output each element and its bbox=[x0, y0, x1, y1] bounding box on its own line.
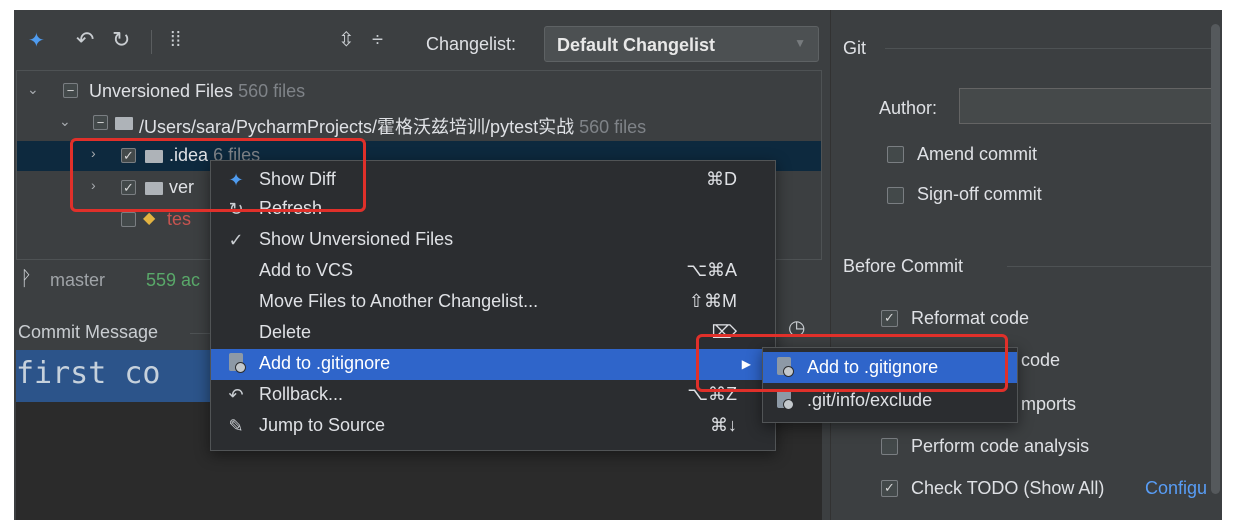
git-section-title: Git bbox=[843, 38, 867, 58]
exclude-file-icon bbox=[777, 390, 794, 413]
section-divider bbox=[1007, 266, 1215, 267]
commit-message-text: first co bbox=[16, 356, 161, 391]
gitignore-icon bbox=[225, 353, 247, 375]
menu-item-jump-to-source[interactable]: ✎ Jump to Source ⌘↓ bbox=[211, 411, 775, 442]
menu-item-add-to-gitignore[interactable]: Add to .gitignore ▶ bbox=[211, 349, 775, 380]
tree-label-unversioned: Unversioned Files bbox=[89, 81, 234, 101]
changelist-dropdown[interactable]: Default Changelist ▼ bbox=[544, 26, 819, 62]
file-count: 560 files bbox=[579, 117, 647, 137]
rollback-icon[interactable]: ↶ bbox=[76, 28, 98, 52]
refresh-icon[interactable]: ↻ bbox=[112, 28, 134, 52]
tree-row-path[interactable]: ⌄ − /Users/sara/PycharmProjects/霍格沃兹培训/p… bbox=[17, 109, 817, 139]
changelist-value: Default Changelist bbox=[557, 35, 716, 55]
partial-checkbox[interactable]: − bbox=[63, 83, 78, 98]
menu-item-move-files[interactable]: Move Files to Another Changelist... ⇧⌘M bbox=[211, 287, 775, 318]
rollback-icon: ↶ bbox=[228, 385, 244, 405]
todo-checkbox[interactable]: ✓ bbox=[881, 480, 898, 497]
analysis-checkbox[interactable] bbox=[881, 438, 898, 455]
commit-message-header: Commit Message bbox=[18, 322, 159, 342]
chevron-down-icon[interactable]: ⌄ bbox=[27, 81, 39, 98]
tree-label-path: /Users/sara/PycharmProjects/霍格沃兹培训/pytes… bbox=[139, 117, 575, 137]
chevron-down-icon[interactable]: ⌄ bbox=[59, 113, 71, 130]
expand-all-icon[interactable]: ⇳ bbox=[338, 28, 360, 52]
signoff-checkbox[interactable] bbox=[887, 187, 904, 204]
jump-to-source-icon: ✎ bbox=[228, 416, 244, 436]
configure-link[interactable]: Configu bbox=[1145, 478, 1207, 499]
python-file-icon: ◆ bbox=[143, 210, 156, 227]
tree-label-testfile: tes bbox=[167, 209, 192, 229]
amend-commit-label: Amend commit bbox=[917, 144, 1038, 164]
commit-toolbar: ✦ ↶ ↻ ⁞⁞ ⇳ ÷ Changelist: Default Changel… bbox=[14, 10, 822, 72]
menu-item-rollback[interactable]: ↶ Rollback... ⌥⌘Z bbox=[211, 380, 775, 411]
signoff-commit-label: Sign-off commit bbox=[917, 184, 1042, 204]
code-analysis-label: Perform code analysis bbox=[911, 436, 1090, 456]
chevron-down-icon: ▼ bbox=[794, 36, 806, 50]
amend-checkbox[interactable] bbox=[887, 146, 904, 163]
group-by-icon[interactable]: ⁞⁞ bbox=[170, 28, 192, 52]
menu-item-delete[interactable]: Delete ⌦ bbox=[211, 318, 775, 349]
file-count: 560 files bbox=[238, 81, 306, 101]
unchecked-checkbox[interactable] bbox=[121, 212, 136, 227]
show-diff-icon[interactable]: ✦ bbox=[28, 30, 50, 52]
folder-icon bbox=[115, 117, 133, 130]
partial-checkbox[interactable]: − bbox=[93, 115, 108, 130]
collapse-all-icon[interactable]: ÷ bbox=[372, 28, 394, 52]
branch-status: ᚹ master 559 ac bbox=[14, 266, 214, 296]
scrollbar[interactable] bbox=[1211, 24, 1220, 494]
branch-name[interactable]: master bbox=[50, 270, 105, 291]
menu-item-add-to-vcs[interactable]: Add to VCS ⌥⌘A bbox=[211, 256, 775, 287]
check-todo-label: Check TODO (Show All) bbox=[911, 478, 1105, 498]
annotation-highlight-box bbox=[70, 138, 366, 212]
menu-item-show-unversioned[interactable]: ✓ Show Unversioned Files bbox=[211, 225, 775, 256]
tree-row-unversioned[interactable]: ⌄ − Unversioned Files 560 files bbox=[17, 77, 817, 107]
checkmark-icon: ✓ bbox=[228, 230, 244, 250]
rearrange-code-label: code bbox=[1021, 350, 1061, 370]
author-label: Author: bbox=[879, 98, 938, 118]
changelist-label: Changelist: bbox=[426, 34, 517, 54]
ide-window: ✦ ↶ ↻ ⁞⁞ ⇳ ÷ Changelist: Default Changel… bbox=[14, 10, 1222, 520]
section-divider bbox=[885, 48, 1215, 49]
branch-icon: ᚹ bbox=[20, 268, 32, 290]
reformat-code-label: Reformat code bbox=[911, 308, 1030, 328]
toolbar-separator bbox=[151, 30, 152, 54]
optimize-imports-label: mports bbox=[1021, 394, 1077, 414]
reformat-checkbox[interactable]: ✓ bbox=[881, 310, 898, 327]
git-options-panel: Git Author: Amend commit Sign-off commit… bbox=[830, 10, 1222, 520]
annotation-highlight-box bbox=[696, 334, 1008, 392]
added-count: 559 ac bbox=[146, 270, 201, 290]
author-field[interactable] bbox=[959, 88, 1215, 124]
before-commit-title: Before Commit bbox=[843, 256, 964, 276]
